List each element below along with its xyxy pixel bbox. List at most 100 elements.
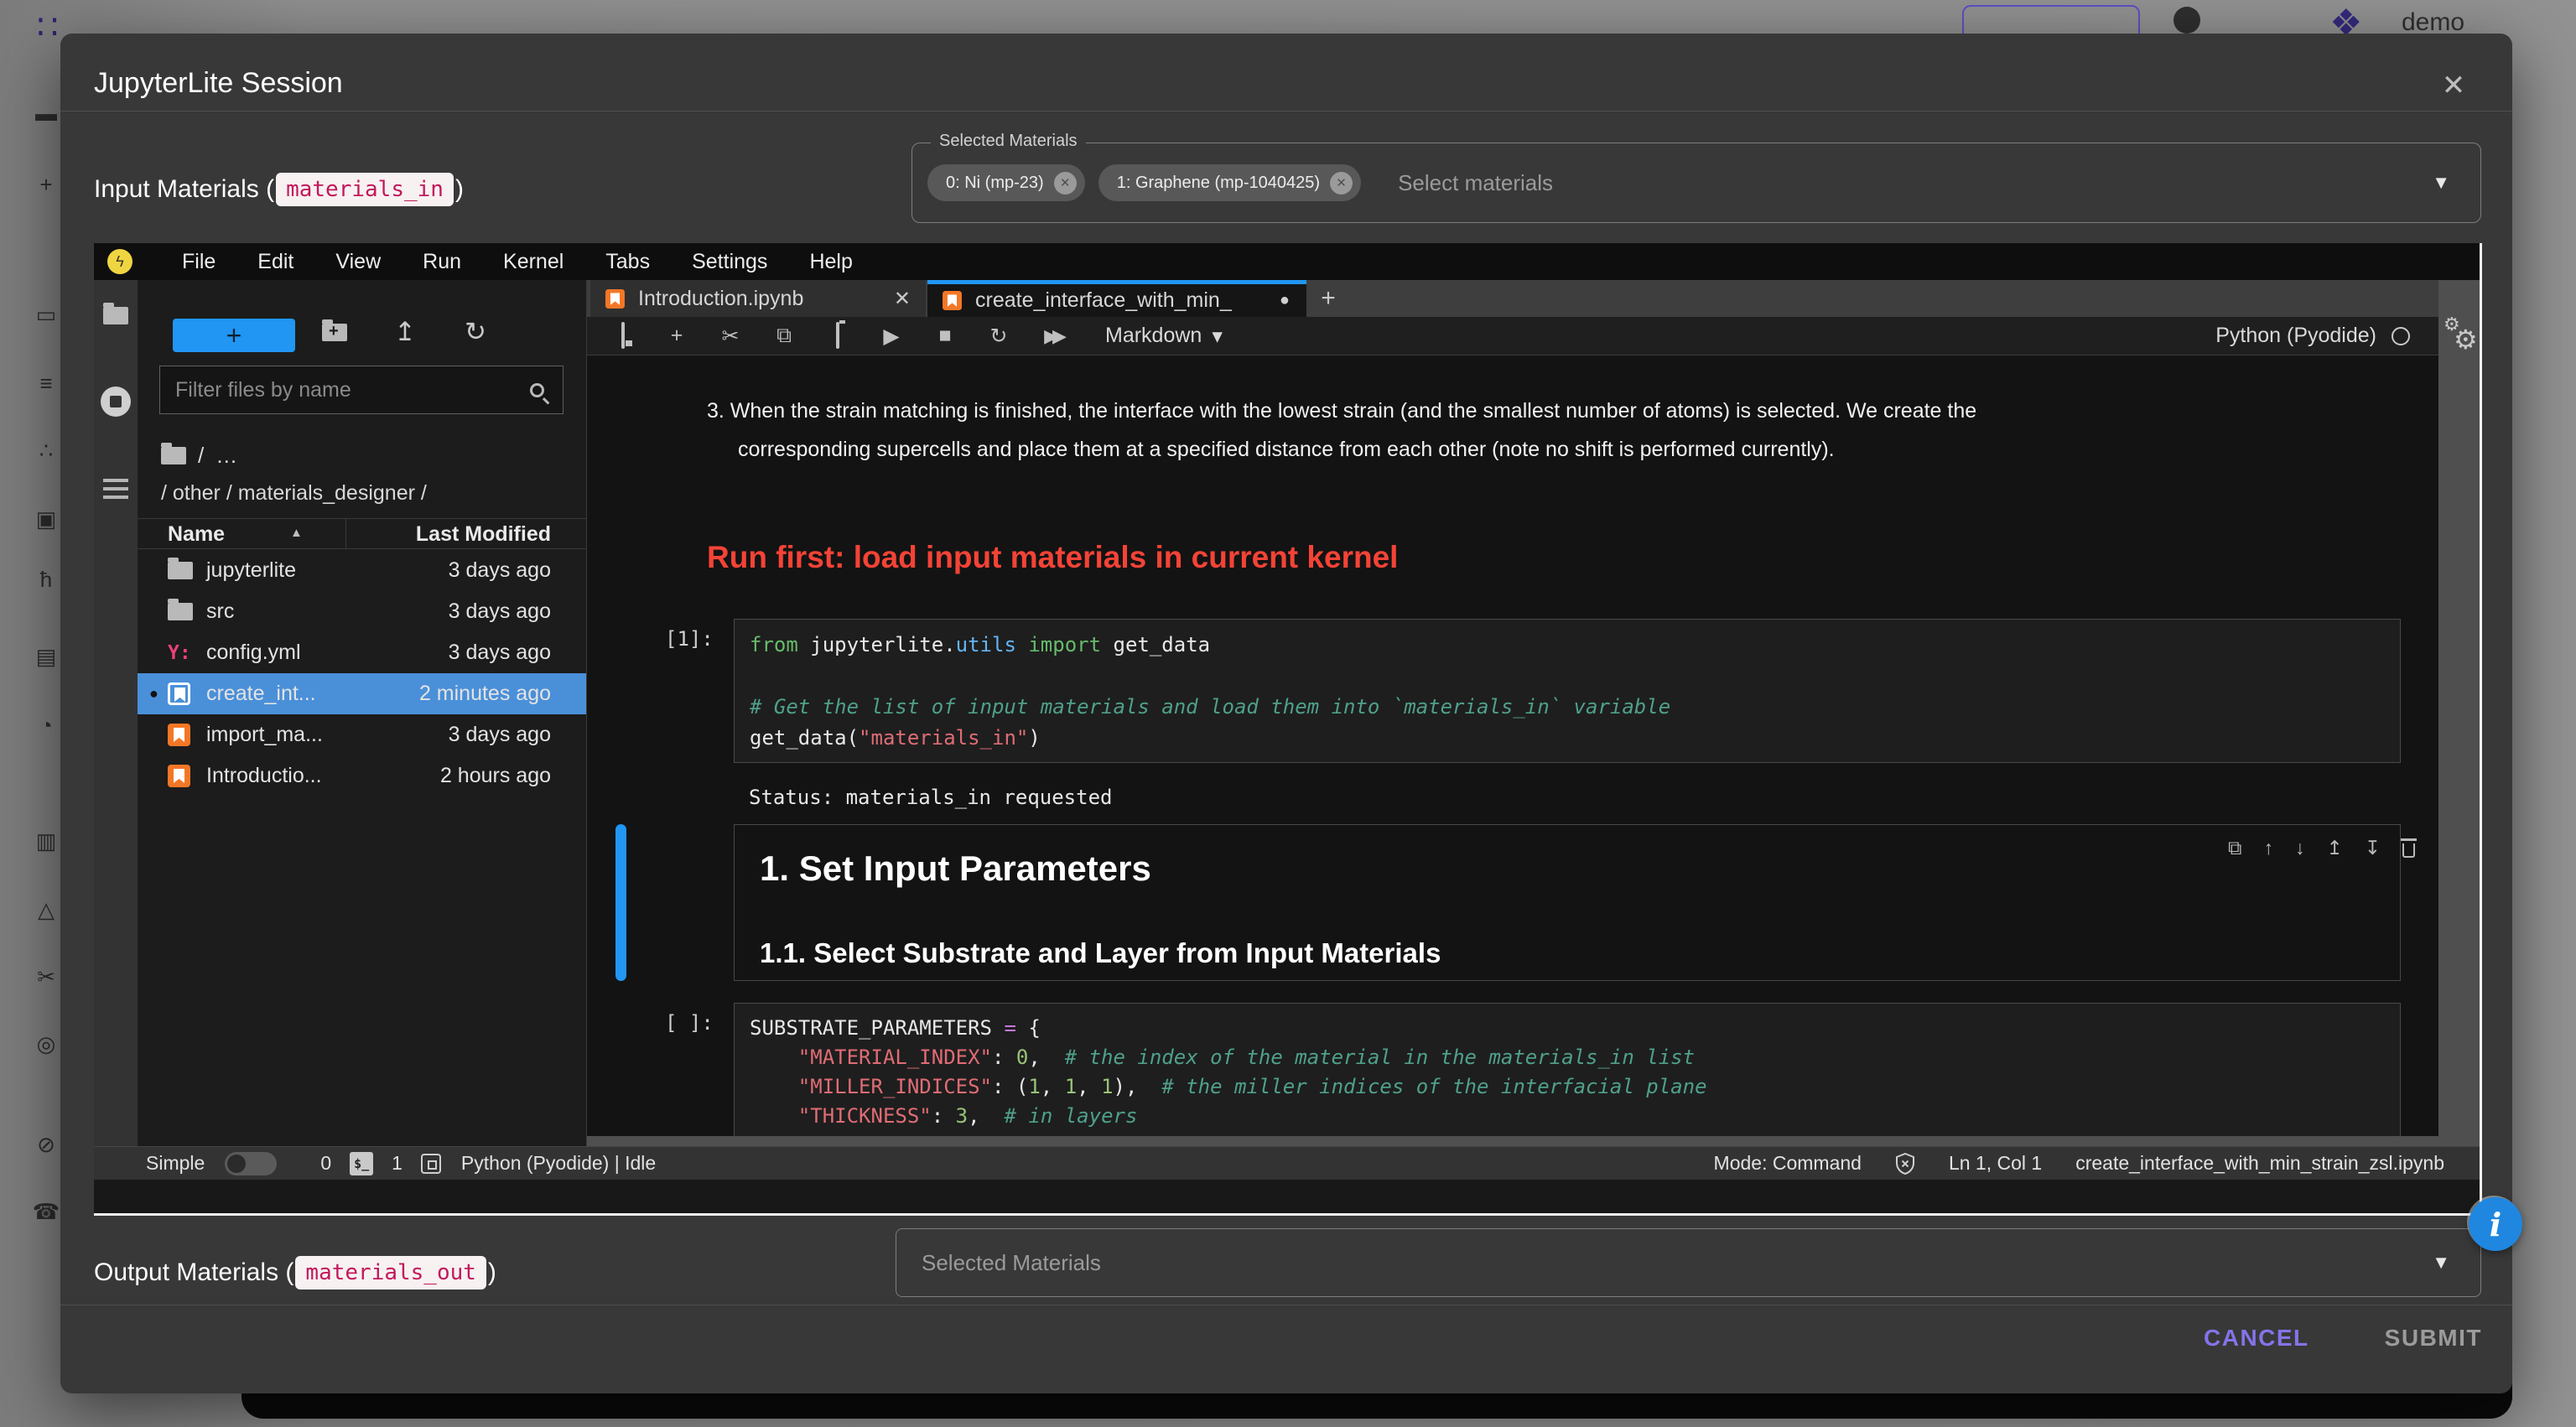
tab-create-interface[interactable]: create_interface_with_min_ ● (927, 280, 1306, 317)
restart-run-all-icon[interactable]: ▶▶ (1040, 325, 1065, 347)
file-row-config-yml[interactable]: Y: config.yml 3 days ago (138, 632, 586, 673)
filter-files-input-wrap (159, 366, 564, 414)
code-cell-get-data[interactable]: from jupyterlite.utils import get_data #… (734, 619, 2401, 763)
remove-material-icon[interactable]: ✕ (1330, 172, 1353, 195)
info-button[interactable]: i (2469, 1197, 2522, 1251)
paste-cell-icon[interactable] (825, 324, 850, 348)
menu-kernel[interactable]: Kernel (482, 250, 584, 274)
running-kernels-icon[interactable] (101, 387, 131, 417)
move-cell-down-icon[interactable]: ↓ (2295, 837, 2305, 859)
new-tab-button[interactable]: + (1310, 282, 1347, 315)
new-launcher-button[interactable]: + (173, 319, 295, 352)
filter-files-input[interactable] (160, 378, 530, 402)
remove-material-icon[interactable]: ✕ (1054, 172, 1077, 195)
cancel-button[interactable]: CANCEL (2204, 1325, 2309, 1352)
insert-cell-above-icon[interactable]: ↥ (2326, 837, 2342, 859)
cursor-position[interactable]: Ln 1, Col 1 (1949, 1152, 2042, 1175)
new-folder-icon[interactable] (322, 324, 347, 341)
run-cell-icon[interactable]: ▶ (879, 324, 904, 349)
jupyterlite-session-modal: JupyterLite Session ✕ Input Materials ( … (60, 34, 2512, 1393)
cell-prompt: [ ]: (665, 1011, 714, 1035)
cut-cell-icon[interactable]: ✂ (718, 324, 743, 349)
file-row-create-interface[interactable]: ● create_int... 2 minutes ago (138, 673, 586, 714)
copy-cell-icon[interactable]: ⧉ (771, 324, 797, 348)
jupyter-menubar: ϟ File Edit View Run Kernel Tabs Setting… (94, 243, 2480, 280)
app-sidebar-icon: △ (32, 897, 60, 923)
file-list-header: Name ▲ Last Modified (138, 518, 586, 549)
save-icon[interactable] (610, 324, 636, 348)
cell-hover-toolbar: ⧉ ↑ ↓ ↥ ↧ (2228, 837, 2415, 859)
terminal-icon[interactable]: $_ (350, 1152, 373, 1175)
horizontal-scrollbar[interactable] (587, 1136, 2438, 1146)
duplicate-cell-icon[interactable]: ⧉ (2228, 837, 2241, 859)
selected-materials-select[interactable]: Selected Materials 0: Ni (mp-23) ✕ 1: Gr… (911, 143, 2481, 223)
menu-tabs[interactable]: Tabs (584, 250, 671, 274)
refresh-icon[interactable]: ↻ (465, 317, 486, 347)
selected-cell-indicator (615, 824, 626, 981)
file-modified: 2 minutes ago (419, 682, 551, 706)
file-name: create_int... (206, 682, 316, 706)
right-sidebar: ⚙ ⚙ (2438, 280, 2480, 1146)
output-materials-prefix: Output Materials ( (94, 1258, 293, 1287)
app-logo: ∷ (37, 8, 55, 47)
kernel-name[interactable]: Python (Pyodide) (2215, 324, 2376, 348)
breadcrumb-ellipsis[interactable]: … (216, 443, 237, 469)
app-sidebar-icon: ħ (32, 567, 60, 593)
kernel-sessions-icon[interactable] (421, 1154, 441, 1174)
kernels-count[interactable]: 1 (392, 1152, 402, 1175)
file-row-import-material[interactable]: import_ma... 3 days ago (138, 714, 586, 755)
simple-mode-toggle[interactable] (225, 1152, 277, 1175)
column-name[interactable]: Name (168, 522, 225, 547)
upload-icon[interactable]: ↥ (394, 317, 416, 347)
menu-file[interactable]: File (161, 250, 236, 274)
restart-kernel-icon[interactable]: ↻ (986, 324, 1011, 349)
modal-actions: CANCEL SUBMIT (2204, 1325, 2482, 1352)
command-mode-indicator[interactable]: Mode: Command (1714, 1152, 1862, 1175)
file-modified: 3 days ago (449, 558, 551, 583)
table-of-contents-icon[interactable] (103, 479, 128, 499)
stop-kernel-icon[interactable]: ■ (932, 324, 958, 348)
menu-edit[interactable]: Edit (236, 250, 314, 274)
file-browser-tab-icon[interactable] (103, 307, 128, 324)
close-tab-icon[interactable]: ✕ (894, 287, 911, 311)
terminals-count[interactable]: 0 (320, 1152, 331, 1175)
status-bar: Simple 0 $_ 1 Python (Pyodide) | Idle Mo… (94, 1146, 2480, 1180)
delete-cell-icon[interactable] (2402, 843, 2415, 858)
file-row-src[interactable]: src 3 days ago (138, 591, 586, 632)
menu-settings[interactable]: Settings (671, 250, 788, 274)
material-chip[interactable]: 0: Ni (mp-23) ✕ (927, 164, 1085, 201)
file-modified: 3 days ago (449, 641, 551, 665)
menu-view[interactable]: View (314, 250, 402, 274)
column-last-modified[interactable]: Last Modified (416, 522, 551, 547)
cell-type-value: Markdown (1105, 324, 1202, 348)
cell-type-select[interactable]: Markdown ▾ (1105, 324, 1223, 349)
insert-cell-below-icon[interactable]: ↧ (2365, 837, 2381, 859)
file-row-jupyterlite[interactable]: jupyterlite 3 days ago (138, 550, 586, 591)
breadcrumb-path[interactable]: / other / materials_designer / (161, 481, 427, 506)
submit-button[interactable]: SUBMIT (2385, 1325, 2482, 1352)
move-cell-up-icon[interactable]: ↑ (2263, 837, 2273, 859)
menu-run[interactable]: Run (402, 250, 482, 274)
menu-help[interactable]: Help (788, 250, 873, 274)
markdown-cell-set-input-parameters[interactable]: ⧉ ↑ ↓ ↥ ↧ 1. Set Input Parameters 1.1. S… (734, 824, 2401, 981)
code-cell-substrate-parameters[interactable]: SUBSTRATE_PARAMETERS = { "MATERIAL_INDEX… (734, 1003, 2401, 1136)
app-sidebar-icon: ∴ (32, 438, 60, 464)
close-icon[interactable]: ✕ (2433, 65, 2474, 106)
breadcrumb[interactable]: / … (161, 443, 237, 469)
file-row-introduction[interactable]: Introductio... 2 hours ago (138, 755, 586, 797)
tab-introduction-ipynb[interactable]: Introduction.ipynb ✕ (590, 280, 926, 317)
divider (60, 111, 2512, 112)
material-chip-label: 1: Graphene (mp-1040425) (1117, 174, 1320, 193)
kernel-status-text[interactable]: Python (Pyodide) | Idle (461, 1152, 656, 1175)
insert-cell-icon[interactable]: + (664, 324, 689, 348)
chevron-down-icon[interactable]: ▼ (2432, 172, 2450, 194)
output-materials-select[interactable]: Selected Materials ▼ (896, 1228, 2481, 1297)
select-materials-placeholder: Select materials (1398, 170, 1553, 196)
breadcrumb-root[interactable]: / (198, 443, 204, 469)
material-chip[interactable]: 1: Graphene (mp-1040425) ✕ (1098, 164, 1361, 201)
sort-asc-icon[interactable]: ▲ (290, 526, 303, 540)
tab-label: Introduction.ipynb (638, 287, 803, 311)
kernel-status-icon[interactable] (2392, 327, 2410, 345)
unsaved-changes-dot-icon[interactable]: ● (1280, 291, 1290, 310)
home-folder-icon[interactable] (161, 447, 186, 464)
